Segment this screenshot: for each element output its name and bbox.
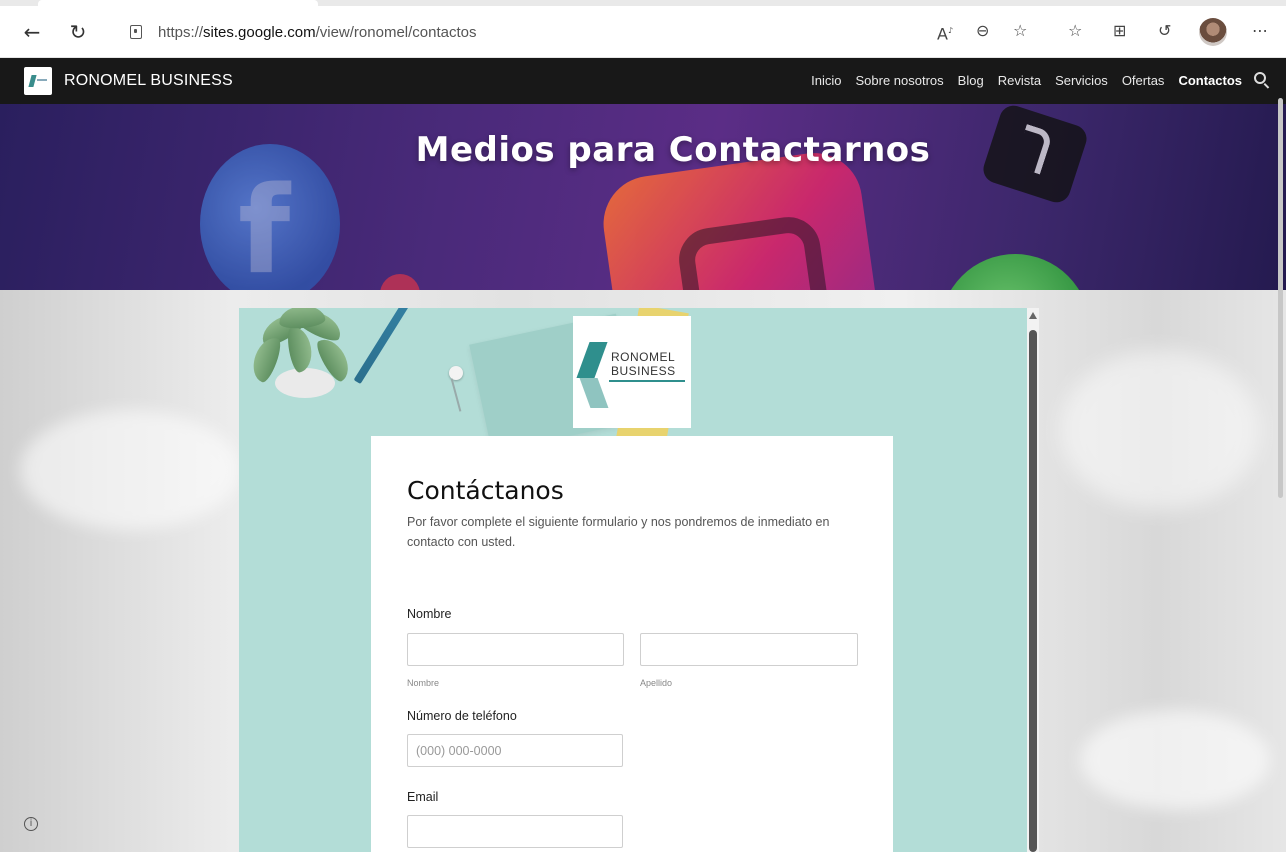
profile-avatar[interactable] [1199, 18, 1227, 46]
hero-banner: Medios para Contactarnos [0, 104, 1286, 290]
embedded-contact-form: RONOMEL BUSINESS Contáctanos Por favor c… [239, 308, 1027, 852]
site-title[interactable]: RONOMEL BUSINESS [64, 72, 233, 90]
zoom-icon[interactable]: ⊖ [976, 22, 989, 40]
site-logo[interactable] [24, 67, 52, 95]
hero-title: Medios para Contactarnos [415, 130, 931, 170]
site-menu: Inicio Sobre nosotros Blog Revista Servi… [797, 73, 1242, 88]
logo-mark [576, 342, 608, 378]
phone-input[interactable]: (000) 000-0000 [407, 734, 623, 767]
collections-icon[interactable]: ⊞ [1113, 22, 1126, 40]
form-card: Contáctanos Por favor complete el siguie… [371, 436, 893, 852]
first-name-input[interactable] [407, 633, 624, 666]
active-tab[interactable] [38, 0, 318, 6]
logo-name-line1: RONOMEL [611, 350, 676, 364]
first-name-sublabel: Nombre [407, 678, 440, 688]
more-icon[interactable]: ⋯ [1252, 22, 1268, 40]
decorative-circle [380, 274, 420, 290]
nav-sobre-nosotros[interactable]: Sobre nosotros [856, 73, 944, 88]
nav-blog[interactable]: Blog [958, 73, 984, 88]
search-icon[interactable] [1254, 72, 1266, 84]
last-name-input[interactable] [640, 633, 858, 666]
background-cloud [1060, 350, 1260, 510]
email-label: Email [407, 790, 439, 804]
nav-ofertas[interactable]: Ofertas [1122, 73, 1165, 88]
pushpin-image [449, 366, 463, 380]
phone-label: Número de teléfono [407, 709, 517, 723]
url-path: /view/ronomel/contactos [315, 24, 477, 41]
history-icon[interactable]: ↺ [1158, 22, 1171, 40]
form-scrollbar[interactable] [1027, 308, 1039, 852]
scrollbar-thumb[interactable] [1029, 330, 1037, 852]
logo-name-line2: BUSINESS [611, 364, 676, 378]
browser-toolbar: ← ↻ https://sites.google.com/view/ronome… [0, 0, 1286, 58]
scroll-up-arrow-icon[interactable] [1029, 312, 1037, 319]
favorite-add-icon[interactable]: ☆ [1013, 22, 1027, 40]
logo-mark [579, 378, 609, 408]
logo-underline [609, 380, 685, 382]
form-title: Contáctanos [407, 476, 564, 505]
back-arrow-icon[interactable]: ← [22, 22, 42, 42]
url-host: sites.google.com [203, 24, 316, 41]
name-label: Nombre [407, 607, 452, 621]
site-header: RONOMEL BUSINESS Inicio Sobre nosotros B… [0, 58, 1286, 104]
lock-icon[interactable] [130, 25, 142, 39]
background-cloud [20, 410, 240, 530]
info-icon[interactable]: i [24, 817, 38, 831]
nav-contactos[interactable]: Contactos [1178, 73, 1242, 88]
favorites-icon[interactable]: ☆ [1068, 22, 1082, 40]
nav-servicios[interactable]: Servicios [1055, 73, 1108, 88]
email-input[interactable] [407, 815, 623, 848]
refresh-icon[interactable]: ↻ [68, 22, 88, 42]
nav-revista[interactable]: Revista [998, 73, 1041, 88]
page-scrollbar[interactable] [1276, 58, 1286, 852]
tab-strip [0, 0, 1286, 6]
page-scrollbar-thumb[interactable] [1278, 98, 1283, 498]
company-logo: RONOMEL BUSINESS [573, 316, 691, 428]
read-aloud-icon[interactable]: A♪ [937, 22, 953, 43]
url-text[interactable]: https://sites.google.com/view/ronomel/co… [158, 24, 477, 41]
whatsapp-icon [940, 254, 1090, 290]
background-cloud [1080, 710, 1270, 810]
url-prefix: https:// [158, 24, 204, 41]
plant-pot [275, 368, 335, 398]
plant-image [239, 308, 369, 408]
form-description: Por favor complete el siguiente formular… [407, 515, 830, 549]
last-name-sublabel: Apellido [640, 678, 673, 688]
nav-inicio[interactable]: Inicio [811, 73, 841, 88]
